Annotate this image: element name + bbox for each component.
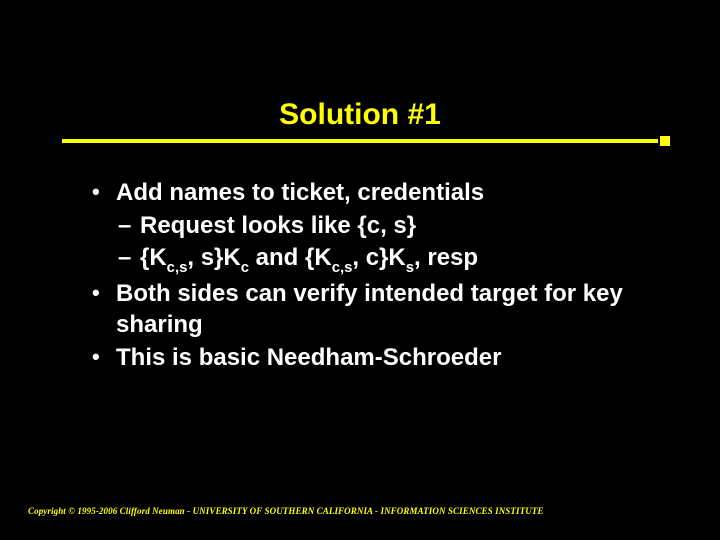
bullet-1-text: Add names to ticket, credentials [116,179,484,206]
b1b-mid2: and {K [249,244,332,271]
b1b-pre: {K [140,244,167,271]
slide-title: Solution #1 [0,98,720,132]
title-underline-cap [660,136,670,146]
b1b-sub4: s [406,260,414,276]
b1b-end: , resp [414,244,478,271]
bullet-1-sub-a: Request looks like {c, s} [88,211,648,242]
bullet-1: Add names to ticket, credentials [88,178,648,209]
b1b-sub3: c,s [332,260,353,276]
bullet-2-text: Both sides can verify intended target fo… [116,280,623,338]
bullet-3-text: This is basic Needham-Schroeder [116,344,501,371]
bullet-1-sub-b: {Kc,s, s}Kc and {Kc,s, c}Ks, resp [88,243,648,277]
b1b-sub2: c [241,260,249,276]
bullet-2: Both sides can verify intended target fo… [88,279,648,340]
copyright-footer: Copyright © 1995-2006 Clifford Neuman - … [28,506,544,516]
slide-body: Add names to ticket, credentials Request… [88,178,648,375]
b1b-mid3: , c}K [352,244,405,271]
bullet-3: This is basic Needham-Schroeder [88,343,648,374]
title-wrap: Solution #1 [0,98,720,132]
title-underline [62,139,658,143]
b1b-sub1: c,s [167,260,188,276]
b1b-mid1: , s}K [187,244,240,271]
bullet-1a-text: Request looks like {c, s} [140,212,416,239]
slide: Solution #1 Add names to ticket, credent… [0,0,720,540]
